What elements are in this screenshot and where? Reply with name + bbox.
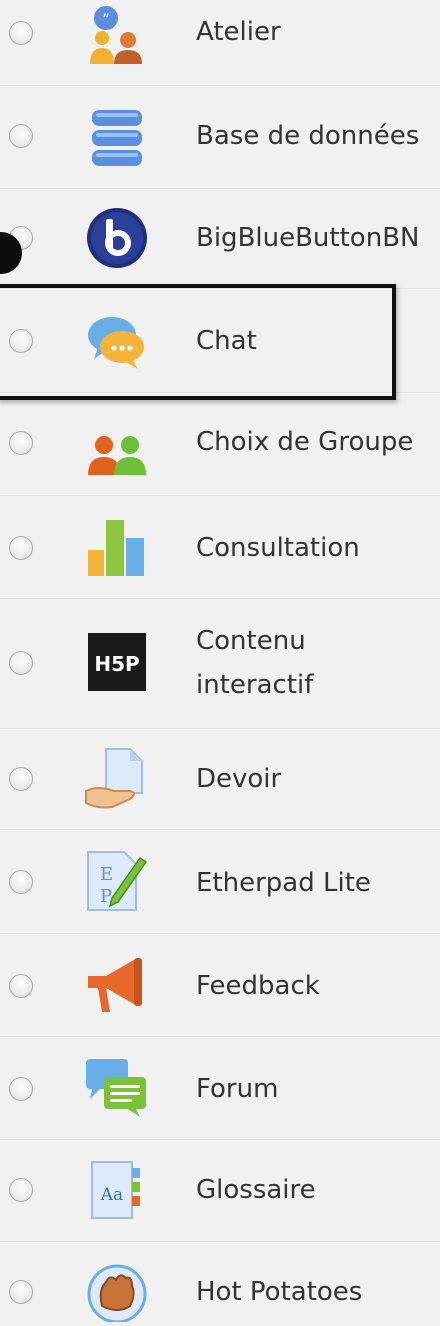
megaphone-icon xyxy=(84,956,150,1018)
svg-text:”: ” xyxy=(102,12,109,28)
radio-button[interactable] xyxy=(9,1178,33,1202)
activity-label: Hot Potatoes xyxy=(196,1277,363,1307)
radio-button[interactable] xyxy=(9,536,33,560)
list-item[interactable]: Feedback xyxy=(0,934,440,1037)
list-item[interactable]: H5P Contenu interactif xyxy=(0,599,440,729)
workshop-icon: ” xyxy=(84,4,150,66)
activity-label: Chat xyxy=(196,326,257,356)
radio-button[interactable] xyxy=(9,974,33,998)
activity-label: Devoir xyxy=(196,764,282,794)
list-item[interactable]: Choix de Groupe xyxy=(0,393,440,496)
radio-button[interactable] xyxy=(9,870,33,894)
radio-button[interactable] xyxy=(9,124,33,148)
list-item[interactable]: Aa Glossaire xyxy=(0,1140,440,1242)
list-item[interactable]: BigBlueButtonBN xyxy=(0,189,440,289)
database-icon xyxy=(84,108,150,170)
activity-label: Contenu interactif xyxy=(196,626,314,700)
list-item[interactable]: Consultation xyxy=(0,496,440,599)
svg-text:Aa: Aa xyxy=(100,1185,123,1205)
svg-text:H5P: H5P xyxy=(94,652,139,676)
glossary-icon: Aa xyxy=(84,1158,150,1220)
hot-potatoes-icon xyxy=(84,1260,150,1324)
radio-button[interactable] xyxy=(9,329,33,353)
group-choice-icon xyxy=(84,419,150,481)
activity-label: Forum xyxy=(196,1074,279,1104)
radio-button[interactable] xyxy=(9,767,33,791)
consultation-chart-icon xyxy=(84,516,150,578)
activity-label: Feedback xyxy=(196,971,320,1001)
list-item[interactable]: E P Etherpad Lite xyxy=(0,830,440,934)
activity-label: Etherpad Lite xyxy=(196,868,371,898)
chat-icon xyxy=(84,311,150,373)
radio-button[interactable] xyxy=(9,1077,33,1101)
activity-label: Choix de Groupe xyxy=(196,427,414,457)
activity-label: BigBlueButtonBN xyxy=(196,223,420,253)
radio-button[interactable] xyxy=(9,1280,33,1304)
activity-label: Glossaire xyxy=(196,1175,316,1205)
activity-label: Atelier xyxy=(196,17,281,47)
assignment-icon xyxy=(84,747,150,809)
list-item[interactable]: Devoir xyxy=(0,729,440,830)
list-item[interactable]: Chat xyxy=(0,289,440,393)
activity-label: Base de données xyxy=(196,121,420,151)
forum-icon xyxy=(84,1057,150,1119)
etherpad-icon: E P xyxy=(84,850,150,912)
list-item[interactable]: Forum xyxy=(0,1037,440,1140)
list-item[interactable]: Base de données xyxy=(0,86,440,189)
radio-button[interactable] xyxy=(9,21,33,45)
radio-button[interactable] xyxy=(9,651,33,675)
list-item[interactable]: Hot Potatoes xyxy=(0,1242,440,1324)
bigbluebutton-icon xyxy=(84,207,150,269)
activity-label: Consultation xyxy=(196,533,360,563)
svg-text:E: E xyxy=(100,864,113,885)
h5p-icon: H5P xyxy=(84,631,150,693)
radio-button[interactable] xyxy=(9,431,33,455)
list-item[interactable]: ” Atelier xyxy=(0,0,440,86)
